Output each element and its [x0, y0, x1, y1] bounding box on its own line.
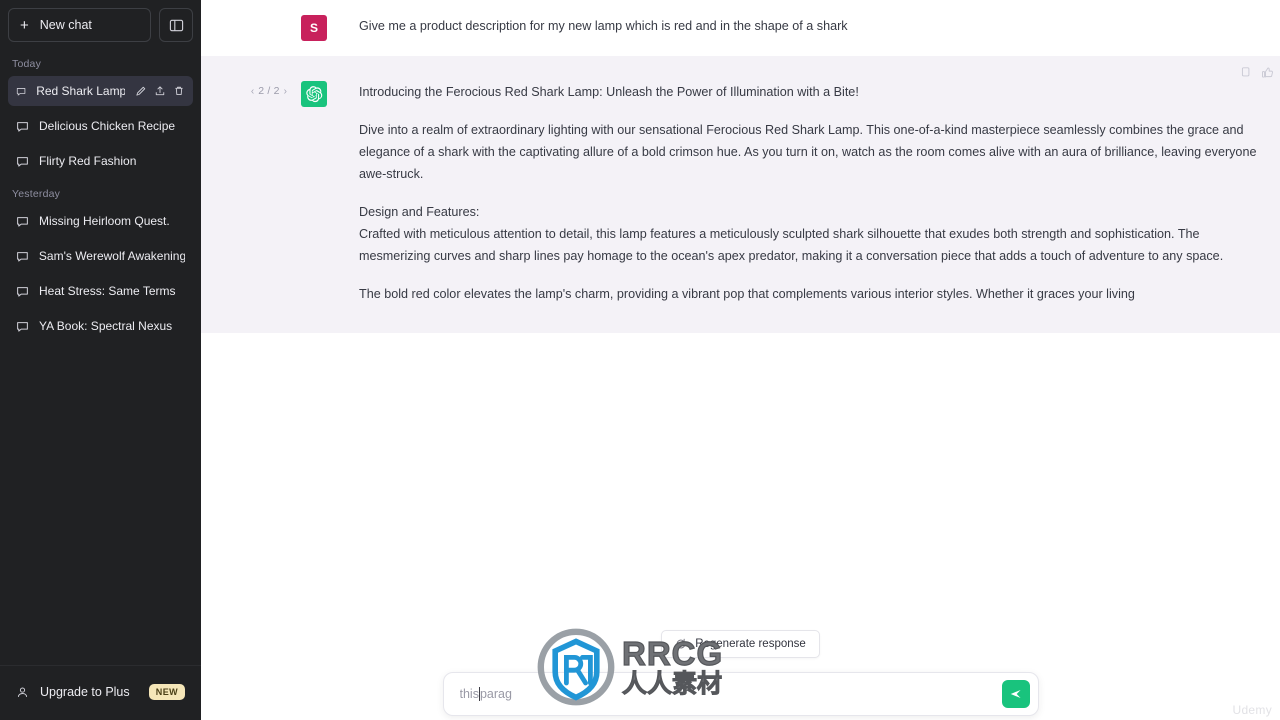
- chat-item-delicious-chicken-recipe[interactable]: Delicious Chicken Recipe: [8, 111, 193, 141]
- assistant-paragraph-4: The bold red color elevates the lamp's c…: [359, 287, 1135, 301]
- chat-bubble-icon: [16, 87, 26, 95]
- assistant-message-body: Introducing the Ferocious Red Shark Lamp…: [327, 81, 1280, 305]
- chat-bubble-icon: [17, 251, 28, 262]
- regenerate-label: Regenerate response: [695, 638, 806, 650]
- chat-item-label: Missing Heirloom Quest.: [39, 214, 170, 228]
- message-input[interactable]: this parag: [460, 687, 512, 701]
- chat-item-red-shark-lamp[interactable]: Red Shark Lamp: Inn: [8, 76, 193, 106]
- pager-count: 2 / 2: [258, 85, 280, 97]
- person-icon: [17, 686, 28, 697]
- assistant-paragraph-1: Dive into a realm of extraordinary light…: [359, 123, 1257, 181]
- message-actions: [1239, 66, 1280, 79]
- chat-item-flirty-red-fashion[interactable]: Flirty Red Fashion: [8, 146, 193, 176]
- edit-icon[interactable]: [135, 85, 147, 97]
- send-icon: [1010, 689, 1021, 699]
- chat-item-label: Red Shark Lamp: Inn: [36, 84, 125, 98]
- upgrade-label: Upgrade to Plus: [40, 685, 130, 699]
- pager-next-button[interactable]: ›: [284, 86, 287, 97]
- share-icon[interactable]: [154, 85, 166, 97]
- refresh-icon: [676, 638, 686, 649]
- assistant-message-row: ‹ 2 / 2 › Introducing the Ferocious Red …: [201, 56, 1280, 333]
- assistant-paragraph-3: Crafted with meticulous attention to det…: [359, 227, 1224, 263]
- regenerate-response-button[interactable]: Regenerate response: [661, 630, 820, 658]
- avatar-assistant: [301, 81, 327, 107]
- chatgpt-app: + New chat Today Red Shark Lamp: Inn: [0, 0, 1280, 720]
- sidebar: + New chat Today Red Shark Lamp: Inn: [0, 0, 201, 720]
- input-text-before-caret: this: [459, 687, 479, 701]
- main-panel: S Give me a product description for my n…: [201, 0, 1280, 720]
- assistant-message-text: Introducing the Ferocious Red Shark Lamp…: [359, 81, 1270, 305]
- new-chat-button[interactable]: + New chat: [8, 8, 151, 42]
- copy-icon[interactable]: [1239, 66, 1252, 79]
- avatar-initial: S: [309, 21, 318, 35]
- group-label-yesterday: Yesterday: [12, 188, 61, 200]
- send-button[interactable]: [1001, 680, 1030, 708]
- chat-bubble-icon: [17, 216, 28, 227]
- chat-bubble-icon: [17, 156, 28, 167]
- chat-item-missing-heirloom-quest[interactable]: Missing Heirloom Quest.: [8, 206, 193, 236]
- thumbs-up-icon[interactable]: [1261, 66, 1274, 79]
- chat-item-label: Sam's Werewolf Awakening: [38, 249, 185, 263]
- sidebar-header: + New chat: [0, 0, 201, 42]
- group-label-today: Today: [12, 58, 42, 70]
- user-gutter: [201, 15, 301, 41]
- chat-bubble-icon: [17, 121, 28, 132]
- message-input-wrap[interactable]: this parag: [442, 672, 1039, 716]
- assistant-heading: Introducing the Ferocious Red Shark Lamp…: [359, 85, 859, 99]
- plus-icon: +: [20, 16, 29, 34]
- input-text-after-caret: parag: [479, 687, 512, 701]
- response-pager[interactable]: ‹ 2 / 2 ›: [251, 85, 287, 97]
- new-badge: NEW: [148, 684, 185, 700]
- user-message-text: Give me a product description for my new…: [359, 19, 848, 33]
- chat-item-label: Flirty Red Fashion: [39, 154, 137, 168]
- pager-prev-button[interactable]: ‹: [251, 86, 254, 97]
- sidebar-collapse-button[interactable]: [159, 8, 193, 42]
- avatar-user: S: [301, 15, 327, 41]
- sidebar-collapse-icon: [169, 19, 183, 31]
- assistant-paragraph-2: Design and Features:: [359, 205, 480, 219]
- chat-history-list[interactable]: Today Red Shark Lamp: Inn: [0, 52, 201, 665]
- new-chat-label: New chat: [39, 18, 92, 32]
- user-message-body: Give me a product description for my new…: [327, 15, 1280, 41]
- openai-logo-icon: [306, 86, 323, 103]
- conversation-thread: S Give me a product description for my n…: [201, 0, 1280, 333]
- trash-icon[interactable]: [173, 85, 185, 97]
- user-message-row: S Give me a product description for my n…: [201, 0, 1280, 56]
- chat-item-label: Delicious Chicken Recipe: [39, 119, 176, 133]
- upgrade-to-plus-button[interactable]: Upgrade to Plus NEW: [8, 676, 193, 708]
- chat-item-label: Heat Stress: Same Terms: [39, 284, 176, 298]
- chat-row-actions: [135, 85, 185, 97]
- regenerate-wrap: Regenerate response: [201, 630, 1280, 658]
- chat-item-label: YA Book: Spectral Nexus: [39, 319, 173, 333]
- assistant-gutter: ‹ 2 / 2 ›: [201, 81, 301, 305]
- chat-item-ya-book-spectral-nexus[interactable]: YA Book: Spectral Nexus: [8, 311, 193, 341]
- sidebar-footer: Upgrade to Plus NEW: [0, 665, 201, 720]
- chat-item-heat-stress-same-terms[interactable]: Heat Stress: Same Terms: [8, 276, 193, 306]
- chat-item-sams-werewolf-awakening[interactable]: Sam's Werewolf Awakening: [8, 241, 193, 271]
- chat-bubble-icon: [17, 286, 28, 297]
- composer-area: Regenerate response this parag: [201, 630, 1280, 720]
- chat-bubble-icon: [17, 321, 28, 332]
